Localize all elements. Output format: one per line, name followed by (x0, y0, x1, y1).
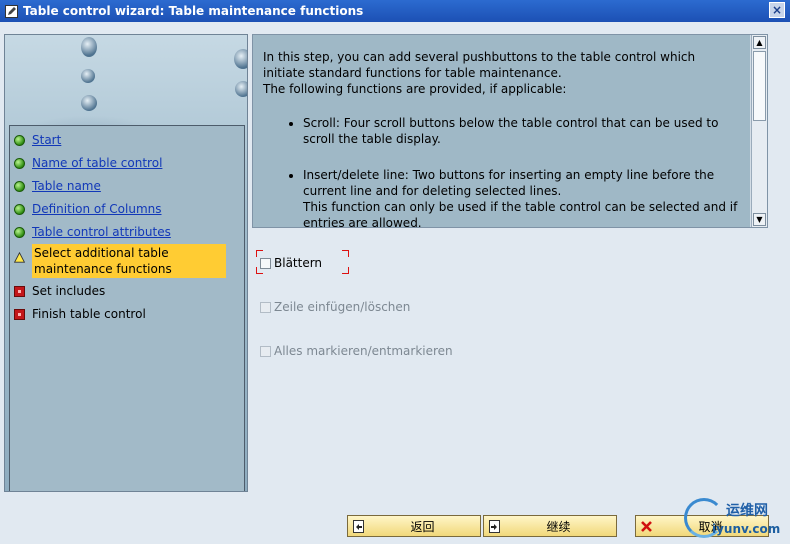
step-label[interactable]: Name of table control (32, 156, 162, 170)
function-item-note: This function can only be used if the ta… (303, 200, 738, 227)
option-label[interactable]: Blättern (274, 256, 322, 270)
step-label: Set includes (32, 284, 106, 298)
red-led-icon (14, 309, 25, 320)
select-all-checkbox (260, 345, 271, 357)
description-text: In this step, you can add several pushbu… (253, 35, 750, 227)
step-table-control-attributes[interactable]: Table control attributes (14, 225, 171, 239)
focus-marker (342, 267, 349, 274)
function-list: Scroll: Four scroll buttons below the ta… (263, 115, 740, 227)
cancel-icon (641, 520, 652, 532)
step-set-includes: Set includes (14, 284, 105, 298)
continue-icon (489, 519, 500, 533)
description-intro: In this step, you can add several pushbu… (263, 50, 696, 80)
edit-window-icon (5, 4, 18, 18)
back-icon (353, 519, 364, 533)
step-label[interactable]: Table control attributes (32, 225, 171, 239)
close-button[interactable]: × (769, 2, 785, 18)
step-finish-table-control: Finish table control (14, 307, 146, 321)
water-droplet (81, 69, 95, 83)
continue-button-label: 继续 (546, 519, 571, 534)
close-icon: × (771, 3, 783, 17)
step-select-maintenance-functions: Select additional table maintenance func… (14, 244, 226, 278)
continue-button[interactable]: 继续 (483, 515, 617, 537)
step-name-of-table-control[interactable]: Name of table control (14, 156, 162, 170)
step-start[interactable]: Start (14, 133, 61, 147)
watermark-url: iyunv.com (712, 522, 781, 536)
scroll-thumb[interactable] (753, 51, 766, 121)
site-watermark: 运维网 iyunv.com (684, 496, 790, 544)
step-definition-of-columns[interactable]: Definition of Columns (14, 202, 162, 216)
water-droplet (235, 81, 247, 97)
warning-triangle-icon (14, 252, 25, 263)
scroll-down-icon[interactable]: ▼ (753, 213, 766, 226)
option-scroll[interactable]: Blättern (260, 256, 322, 270)
green-led-icon (14, 204, 25, 215)
option-select-deselect-all: Alles markieren/entmarkieren (260, 344, 453, 358)
green-led-icon (14, 158, 25, 169)
function-item-insert-delete: Insert/delete line: Two buttons for inse… (303, 167, 740, 227)
focus-marker (342, 250, 349, 257)
current-step-label: Select additional table maintenance func… (32, 244, 226, 278)
vertical-scrollbar[interactable]: ▲ ▼ (751, 35, 767, 227)
function-item-scroll: Scroll: Four scroll buttons below the ta… (303, 115, 740, 147)
green-led-icon (14, 135, 25, 146)
water-droplet (81, 37, 97, 57)
title-bar: Table control wizard: Table maintenance … (0, 0, 790, 22)
option-insert-delete-line: Zeile einfügen/löschen (260, 300, 410, 314)
option-label: Zeile einfügen/löschen (274, 300, 411, 314)
watermark-site-name: 运维网 (726, 503, 768, 519)
step-label[interactable]: Start (32, 133, 61, 147)
water-droplet (81, 95, 97, 111)
scroll-up-icon[interactable]: ▲ (753, 36, 766, 49)
red-led-icon (14, 286, 25, 297)
step-label[interactable]: Definition of Columns (32, 202, 162, 216)
green-led-icon (14, 227, 25, 238)
step-table-name[interactable]: Table name (14, 179, 101, 193)
step-label: Finish table control (32, 307, 146, 321)
function-item-text: Insert/delete line: Two buttons for inse… (303, 168, 715, 198)
back-button-label: 返回 (410, 519, 435, 534)
step-label[interactable]: Table name (32, 179, 101, 193)
description-box: In this step, you can add several pushbu… (252, 34, 768, 228)
insert-delete-checkbox (260, 301, 271, 313)
window-title: Table control wizard: Table maintenance … (23, 4, 364, 18)
water-droplet (234, 49, 247, 69)
back-button[interactable]: 返回 (347, 515, 481, 537)
scroll-checkbox[interactable] (260, 257, 271, 269)
steps-list: Start Name of table control Table name D… (9, 125, 245, 491)
green-led-icon (14, 181, 25, 192)
description-intro-2: The following functions are provided, if… (263, 82, 567, 96)
wizard-steps-panel: Start Name of table control Table name D… (4, 34, 248, 492)
option-label: Alles markieren/entmarkieren (274, 344, 453, 358)
